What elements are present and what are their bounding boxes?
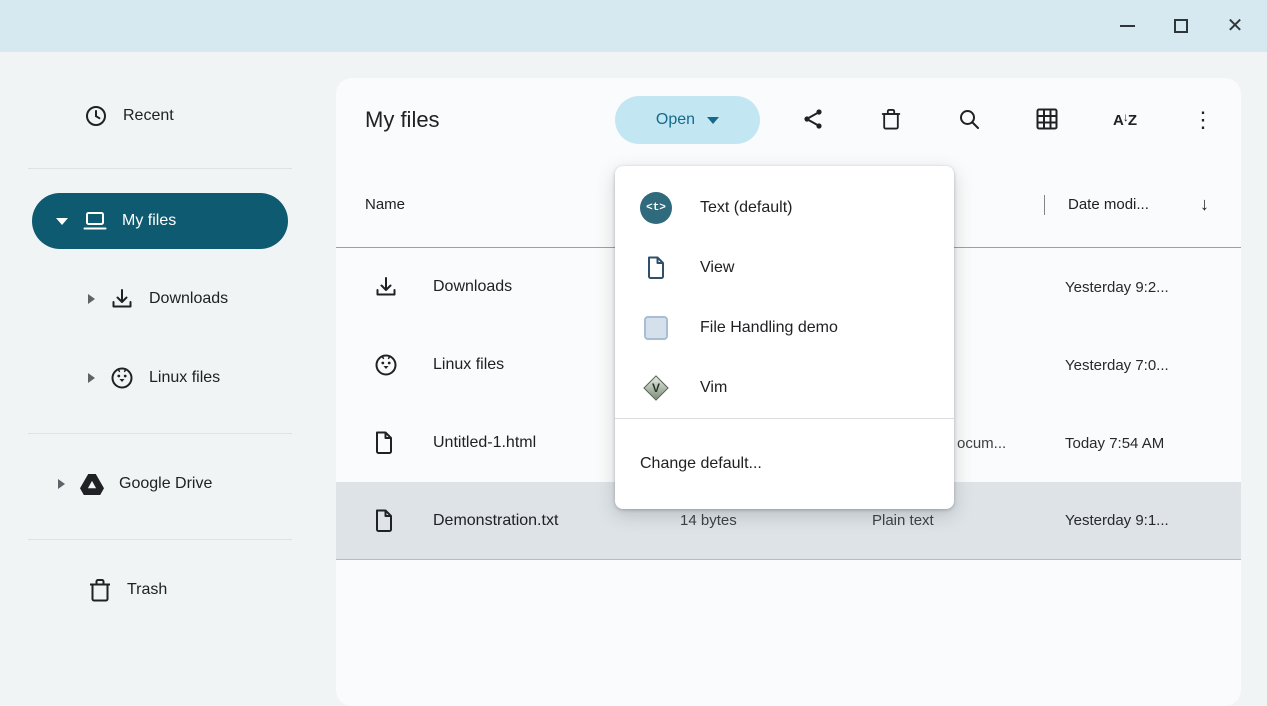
delete-button[interactable] [867,96,915,144]
page-title: My files [365,107,440,133]
open-with-menu: <t> Text (default) View File Handling de… [615,166,954,509]
titlebar: ✕ [0,0,1267,52]
download-icon [374,275,433,299]
grid-view-button[interactable] [1023,96,1071,144]
menu-item-label: Vim [700,379,727,397]
penguin-icon [374,353,433,377]
chevron-right-icon[interactable] [88,294,95,304]
toolbar-icons: A↓Z ⋮ [789,78,1227,162]
menu-item-view[interactable]: View [615,238,954,298]
sidebar-item-label: My files [122,212,176,230]
close-icon: ✕ [1227,16,1244,36]
file-date-modified: Yesterday 9:1... [1065,512,1241,529]
menu-item-label: View [700,259,734,277]
more-button[interactable]: ⋮ [1179,96,1227,144]
share-icon [801,107,825,134]
open-button-label: Open [656,111,695,129]
sidebar-item-linux-files[interactable]: Linux files [0,354,332,402]
minimize-icon [1120,25,1135,27]
text-app-icon: <t> [640,192,672,224]
sidebar-item-my-files[interactable]: My files [32,193,288,249]
menu-item-file-handling-demo[interactable]: File Handling demo [615,298,954,358]
close-button[interactable]: ✕ [1217,8,1253,44]
menu-item-change-default[interactable]: Change default... [615,419,954,509]
file-name: Demonstration.txt [433,512,680,530]
laptop-icon [83,209,107,233]
penguin-icon [110,366,134,390]
sidebar-item-google-drive[interactable]: Google Drive [0,460,332,508]
download-icon [110,287,134,311]
clock-icon [84,104,108,128]
sort-direction-icon[interactable]: ↓ [1200,194,1209,215]
sidebar-divider [28,168,292,169]
grid-view-icon [1036,108,1058,133]
maximize-button[interactable] [1163,8,1199,44]
menu-item-label: Text (default) [700,199,792,217]
chevron-right-icon[interactable] [88,373,95,383]
menu-item-label: Change default... [640,455,762,473]
file-handling-app-glyph [644,316,668,340]
chevron-right-icon[interactable] [58,479,65,489]
file-type: Plain text [872,512,1065,529]
file-date-modified: Yesterday 7:0... [1065,357,1241,374]
sidebar-item-recent[interactable]: Recent [0,92,332,140]
sidebar-item-label: Linux files [149,369,220,387]
sidebar-divider [28,433,292,434]
file-icon [374,431,433,455]
sidebar-item-downloads[interactable]: Downloads [0,275,332,323]
vim-app-icon: V [640,372,672,404]
sidebar-item-trash[interactable]: Trash [0,566,332,614]
toolbar: My files Open [336,78,1241,162]
file-date-modified: Today 7:54 AM [1065,435,1241,452]
column-divider[interactable] [1044,195,1045,215]
sidebar-item-label: Google Drive [119,475,212,493]
file-handling-app-icon [640,312,672,344]
file-icon [374,509,433,533]
column-header-name[interactable]: Name [365,196,405,213]
sort-button[interactable]: A↓Z [1101,96,1149,144]
column-header-date-modified[interactable]: Date modi... [1068,196,1149,213]
open-button[interactable]: Open [615,96,760,144]
maximize-icon [1174,19,1188,33]
file-date-modified: Yesterday 9:2... [1065,279,1241,296]
minimize-button[interactable] [1109,8,1145,44]
sidebar: Recent My files Downloads [0,52,332,706]
text-app-glyph: <t> [646,202,666,214]
drive-icon [80,472,104,496]
vim-letter: V [652,381,660,395]
search-icon [957,107,981,134]
sidebar-item-label: Trash [127,581,167,599]
menu-item-text-default[interactable]: <t> Text (default) [615,178,954,238]
sort-az-icon: A↓Z [1113,112,1137,129]
chevron-down-icon [707,117,719,124]
trash-icon [881,108,901,133]
trash-icon [88,578,112,602]
kebab-menu-icon: ⋮ [1192,109,1214,131]
share-button[interactable] [789,96,837,144]
file-size: 14 bytes [680,512,872,529]
search-button[interactable] [945,96,993,144]
menu-item-label: File Handling demo [700,319,838,337]
view-app-icon [640,252,672,284]
sidebar-item-label: Recent [123,107,174,125]
chevron-down-icon[interactable] [56,218,68,225]
menu-item-vim[interactable]: V Vim [615,358,954,418]
sidebar-divider [28,539,292,540]
sidebar-item-label: Downloads [149,290,228,308]
